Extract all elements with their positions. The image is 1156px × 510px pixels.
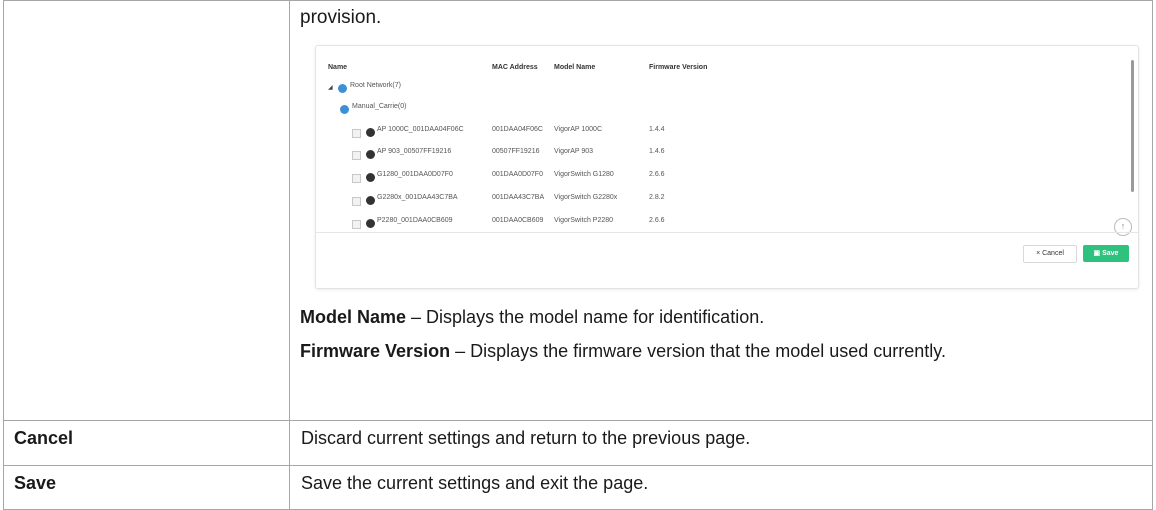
description-cell: provision. Name MAC Address Model Name F… xyxy=(289,0,1153,422)
save-label-cell: Save xyxy=(3,464,290,510)
device-name: AP 1000C_001DAA04F06C xyxy=(377,126,464,133)
network-icon xyxy=(340,105,349,114)
empty-label-cell xyxy=(3,0,290,422)
dialog-footer-divider xyxy=(316,232,1138,233)
firmware-paragraph: Firmware Version – Displays the firmware… xyxy=(300,338,1120,365)
device-mac: 001DAA0D07F0 xyxy=(492,171,543,178)
device-mac: 001DAA43C7BA xyxy=(492,194,545,201)
device-name: AP 903_00507FF19216 xyxy=(377,148,452,155)
device-model: VigorSwitch P2280 xyxy=(554,217,614,224)
device-row[interactable]: AP 1000C_001DAA04F06C 001DAA04F06C Vigor… xyxy=(316,126,1138,140)
device-model: VigorSwitch G2280x xyxy=(554,194,618,201)
save-button[interactable]: ▣ Save xyxy=(1083,245,1129,262)
cancel-label-cell: Cancel xyxy=(3,420,290,466)
col-fw: Firmware Version xyxy=(649,64,708,71)
model-name-paragraph: Model Name – Displays the model name for… xyxy=(300,304,1120,331)
device-mac: 001DAA0CB609 xyxy=(492,217,544,224)
firmware-desc: – Displays the firmware version that the… xyxy=(450,341,946,361)
group-label: Manual_Carrie(0) xyxy=(352,103,407,110)
device-icon xyxy=(366,196,375,205)
device-model: VigorSwitch G1280 xyxy=(554,171,614,178)
device-name: G2280x_001DAA43C7BA xyxy=(377,194,458,201)
model-name-desc: – Displays the model name for identifica… xyxy=(406,307,765,327)
save-label: Save xyxy=(1102,250,1119,257)
device-row[interactable]: G2280x_001DAA43C7BA 001DAA43C7BA VigorSw… xyxy=(316,194,1138,208)
device-fw: 2.6.6 xyxy=(649,217,665,224)
intro-text: provision. xyxy=(300,7,382,28)
device-fw: 2.6.6 xyxy=(649,171,665,178)
network-icon xyxy=(338,84,347,93)
cancel-button[interactable]: × Cancel xyxy=(1023,245,1077,263)
device-model: VigorAP 903 xyxy=(554,148,594,155)
device-tree-screenshot: Name MAC Address Model Name Firmware Ver… xyxy=(315,45,1139,289)
row-checkbox[interactable] xyxy=(352,197,361,206)
device-row[interactable]: P2280_001DAA0CB609 001DAA0CB609 VigorSwi… xyxy=(316,217,1138,231)
device-model: VigorAP 1000C xyxy=(554,126,602,133)
device-mac: 00507FF19216 xyxy=(492,148,540,155)
tree-header: Name MAC Address Model Name Firmware Ver… xyxy=(316,64,1138,78)
device-icon xyxy=(366,128,375,137)
tree-root-row[interactable]: ◢ Root Network(7) xyxy=(316,82,1138,96)
save-desc-cell: Save the current settings and exit the p… xyxy=(289,464,1153,510)
cancel-desc: Discard current settings and return to t… xyxy=(301,428,751,449)
device-mac: 001DAA04F06C xyxy=(492,126,543,133)
doc-table: provision. Name MAC Address Model Name F… xyxy=(3,0,1153,510)
row-checkbox[interactable] xyxy=(352,220,361,229)
col-name: Name xyxy=(328,64,348,71)
device-icon xyxy=(366,150,375,159)
row-checkbox[interactable] xyxy=(352,129,361,138)
device-fw: 1.4.4 xyxy=(649,126,665,133)
scrollbar[interactable] xyxy=(1131,60,1134,192)
save-icon: ▣ xyxy=(1093,250,1103,257)
device-row[interactable]: G1280_001DAA0D07F0 001DAA0D07F0 VigorSwi… xyxy=(316,171,1138,185)
model-name-term: Model Name xyxy=(300,307,407,327)
save-desc: Save the current settings and exit the p… xyxy=(301,472,649,493)
cancel-desc-cell: Discard current settings and return to t… xyxy=(289,420,1153,466)
cancel-label: Cancel xyxy=(14,428,74,449)
row-checkbox[interactable] xyxy=(352,174,361,183)
collapse-icon[interactable]: ◢ xyxy=(328,84,333,91)
device-icon xyxy=(366,219,375,228)
col-model: Model Name xyxy=(554,64,596,71)
device-icon xyxy=(366,173,375,182)
device-fw: 2.8.2 xyxy=(649,194,665,201)
root-label: Root Network(7) xyxy=(350,82,401,89)
device-fw: 1.4.6 xyxy=(649,148,665,155)
device-name: P2280_001DAA0CB609 xyxy=(377,217,453,224)
back-to-top-icon[interactable]: ↑ xyxy=(1114,218,1132,236)
device-name: G1280_001DAA0D07F0 xyxy=(377,171,453,178)
device-row[interactable]: AP 903_00507FF19216 00507FF19216 VigorAP… xyxy=(316,148,1138,162)
tree-group-row[interactable]: Manual_Carrie(0) xyxy=(316,103,1138,117)
col-mac: MAC Address xyxy=(492,64,538,71)
row-checkbox[interactable] xyxy=(352,151,361,160)
firmware-term: Firmware Version xyxy=(300,341,451,361)
save-label: Save xyxy=(14,472,57,493)
